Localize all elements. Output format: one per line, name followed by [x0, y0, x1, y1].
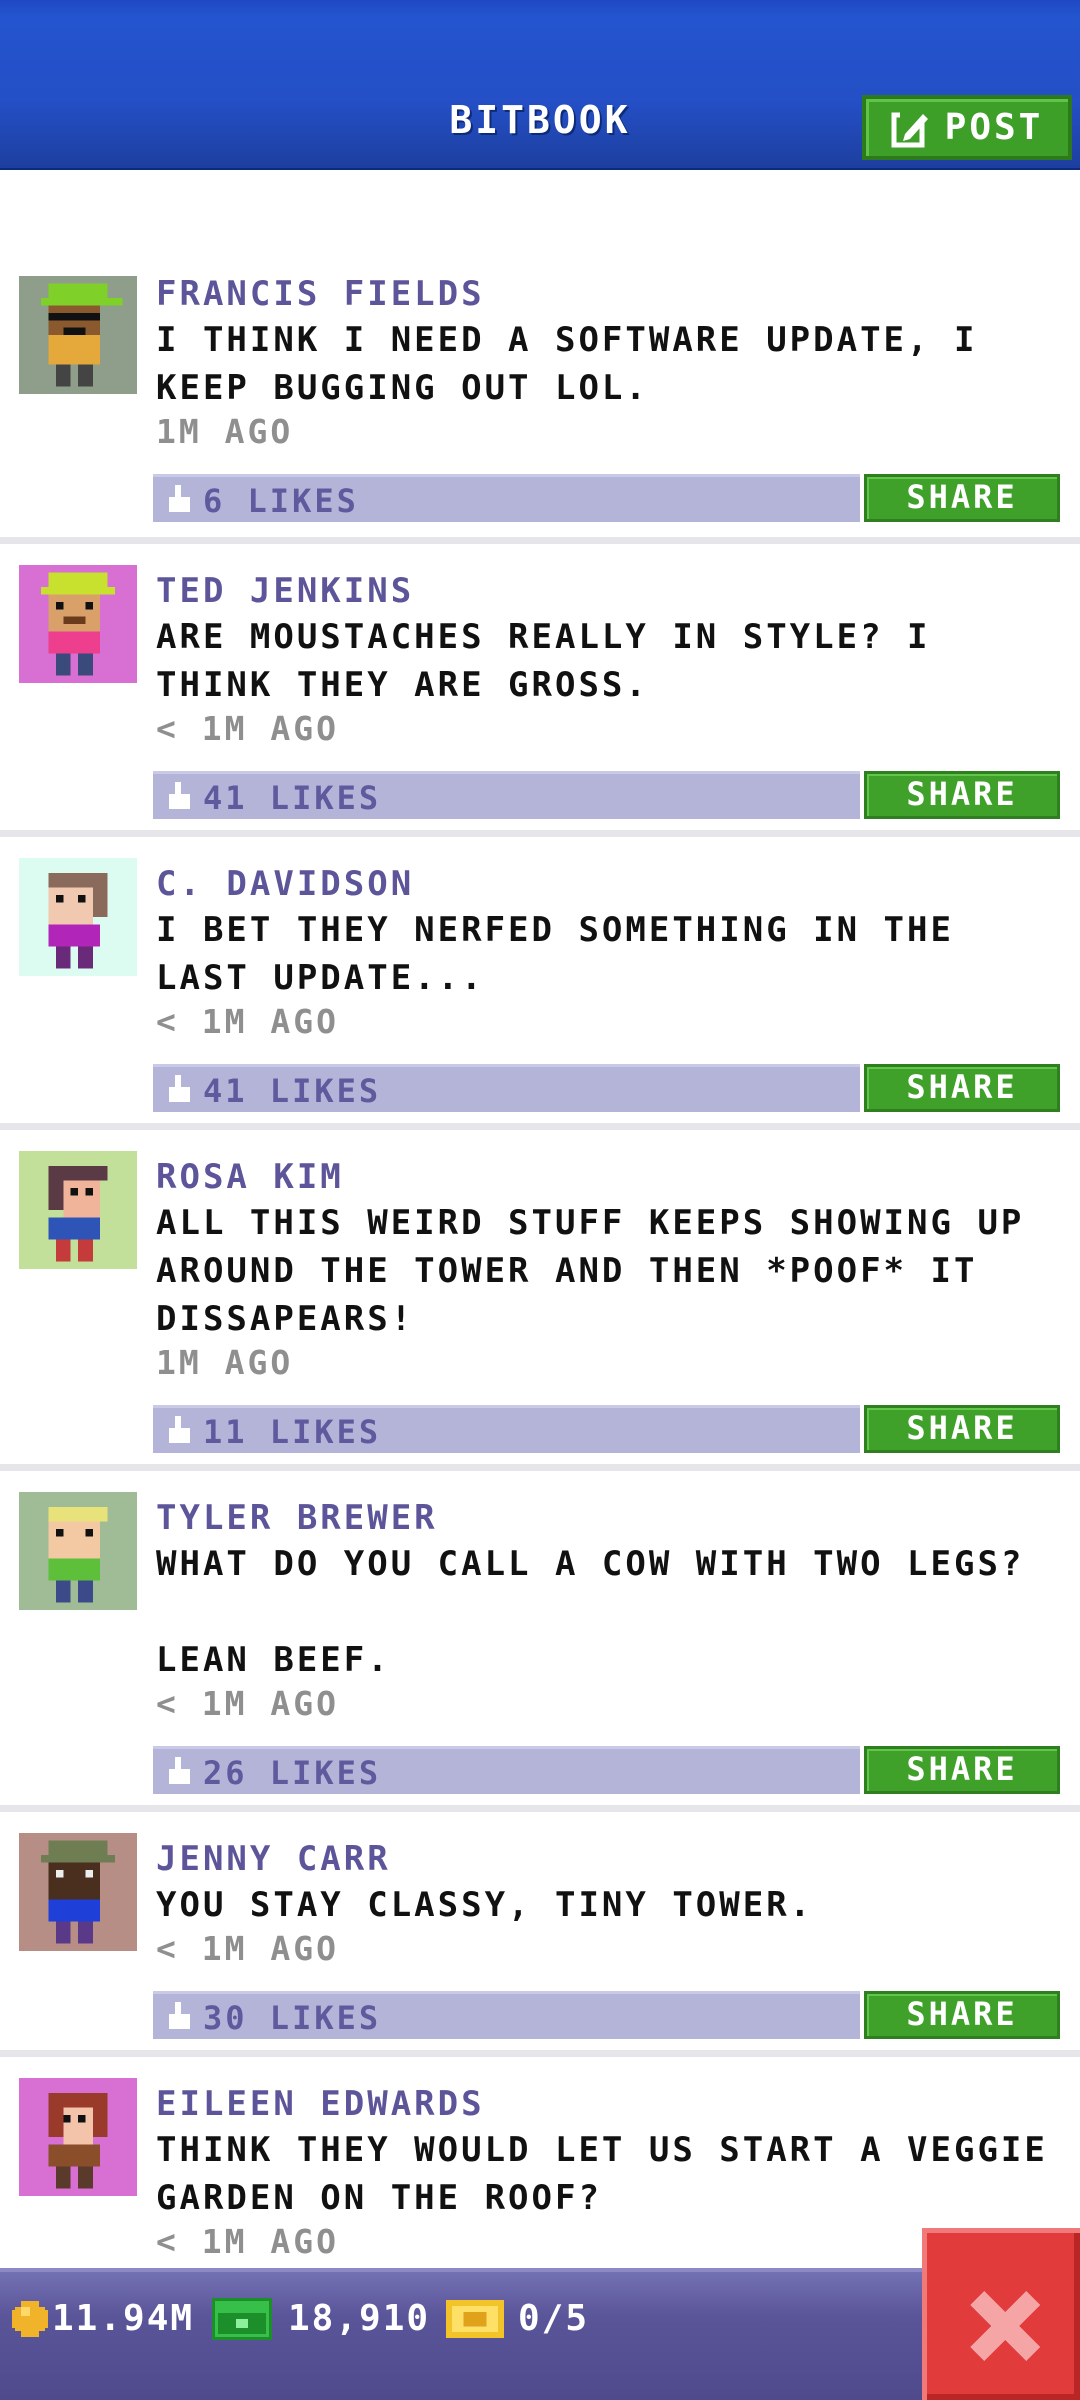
coins-count: 11.94M [52, 2298, 195, 2339]
post-text: ARE MOUSTACHES REALLY IN STYLE? I THINK … [156, 617, 931, 705]
avatar[interactable] [19, 1492, 137, 1610]
like-button[interactable]: 6 LIKES [153, 474, 860, 522]
coin-icon [12, 2301, 48, 2337]
like-button[interactable]: 30 LIKES [153, 1991, 860, 2039]
like-button[interactable]: 41 LIKES [153, 771, 860, 819]
post-time: 1M AGO [156, 412, 294, 451]
feed-post: ROSA KIM ALL THIS WEIRD STUFF KEEPS SHOW… [0, 1137, 1080, 1471]
feed-post: JENNY CARR YOU STAY CLASSY, TINY TOWER. … [0, 1819, 1080, 2057]
post-time: < 1M AGO [156, 2222, 339, 2261]
avatar[interactable] [19, 858, 137, 976]
post-text: I THINK I NEED A SOFTWARE UPDATE, I KEEP… [156, 320, 978, 408]
post-text: WHAT DO YOU CALL A COW WITH TWO LEGS? LE… [156, 1544, 1025, 1680]
bux-icon [212, 2298, 272, 2340]
thumbs-up-icon [169, 1416, 190, 1443]
like-button[interactable]: 11 LIKES [153, 1405, 860, 1453]
avatar[interactable] [19, 565, 137, 683]
share-button[interactable]: SHARE [864, 1746, 1060, 1794]
post-author[interactable]: FRANCIS FIELDS [156, 274, 485, 314]
post-text: ALL THIS WEIRD STUFF KEEPS SHOWING UP AR… [156, 1203, 1025, 1339]
post-text: I BET THEY NERFED SOMETHING IN THE LAST … [156, 910, 954, 998]
likes-count: 26 LIKES [203, 1754, 382, 1792]
post-author[interactable]: EILEEN EDWARDS [156, 2084, 485, 2124]
bitbook-feed[interactable]: FRANCIS FIELDS I THINK I NEED A SOFTWARE… [0, 170, 1080, 2268]
likes-count: 6 LIKES [203, 482, 359, 520]
likes-count: 41 LIKES [203, 1072, 382, 1110]
avatar[interactable] [19, 1151, 137, 1269]
post-button[interactable]: POST [862, 95, 1072, 160]
share-button[interactable]: SHARE [864, 1991, 1060, 2039]
post-text: THINK THEY WOULD LET US START A VEGGIE G… [156, 2130, 1048, 2218]
post-button-label: POST [944, 107, 1044, 148]
post-author[interactable]: TED JENKINS [156, 571, 414, 611]
feed-post: TED JENKINS ARE MOUSTACHES REALLY IN STY… [0, 551, 1080, 837]
feed-post: FRANCIS FIELDS I THINK I NEED A SOFTWARE… [0, 268, 1080, 544]
thumbs-up-icon [169, 1075, 190, 1102]
ticket-icon [446, 2300, 504, 2338]
likes-count: 11 LIKES [203, 1413, 382, 1451]
share-button[interactable]: SHARE [864, 771, 1060, 819]
post-author[interactable]: JENNY CARR [156, 1839, 391, 1879]
post-author[interactable]: TYLER BREWER [156, 1498, 438, 1538]
tickets-count: 0/5 [518, 2298, 590, 2339]
post-text: YOU STAY CLASSY, TINY TOWER. [156, 1885, 814, 1925]
feed-post: EILEEN EDWARDS THINK THEY WOULD LET US S… [0, 2064, 1080, 2268]
post-time: < 1M AGO [156, 709, 339, 748]
avatar[interactable] [19, 1833, 137, 1951]
post-author[interactable]: C. DAVIDSON [156, 864, 414, 904]
compose-icon [891, 110, 928, 147]
thumbs-up-icon [169, 782, 190, 809]
close-icon [970, 2291, 1040, 2361]
post-time: 1M AGO [156, 1343, 294, 1382]
post-time: < 1M AGO [156, 1002, 339, 1041]
feed-post: TYLER BREWER WHAT DO YOU CALL A COW WITH… [0, 1478, 1080, 1812]
avatar[interactable] [19, 2078, 137, 2196]
feed-post: C. DAVIDSON I BET THEY NERFED SOMETHING … [0, 844, 1080, 1130]
likes-count: 30 LIKES [203, 1999, 382, 2037]
share-button[interactable]: SHARE [864, 1405, 1060, 1453]
thumbs-up-icon [169, 2002, 190, 2029]
like-button[interactable]: 26 LIKES [153, 1746, 860, 1794]
post-time: < 1M AGO [156, 1684, 339, 1723]
share-button[interactable]: SHARE [864, 474, 1060, 522]
like-button[interactable]: 41 LIKES [153, 1064, 860, 1112]
post-author[interactable]: ROSA KIM [156, 1157, 344, 1197]
app-header: BITBOOK POST [0, 0, 1080, 170]
likes-count: 41 LIKES [203, 779, 382, 817]
close-button[interactable] [922, 2228, 1080, 2400]
thumbs-up-icon [169, 485, 190, 512]
thumbs-up-icon [169, 1757, 190, 1784]
avatar[interactable] [19, 276, 137, 394]
share-button[interactable]: SHARE [864, 1064, 1060, 1112]
post-time: < 1M AGO [156, 1929, 339, 1968]
bux-count: 18,910 [288, 2298, 431, 2339]
